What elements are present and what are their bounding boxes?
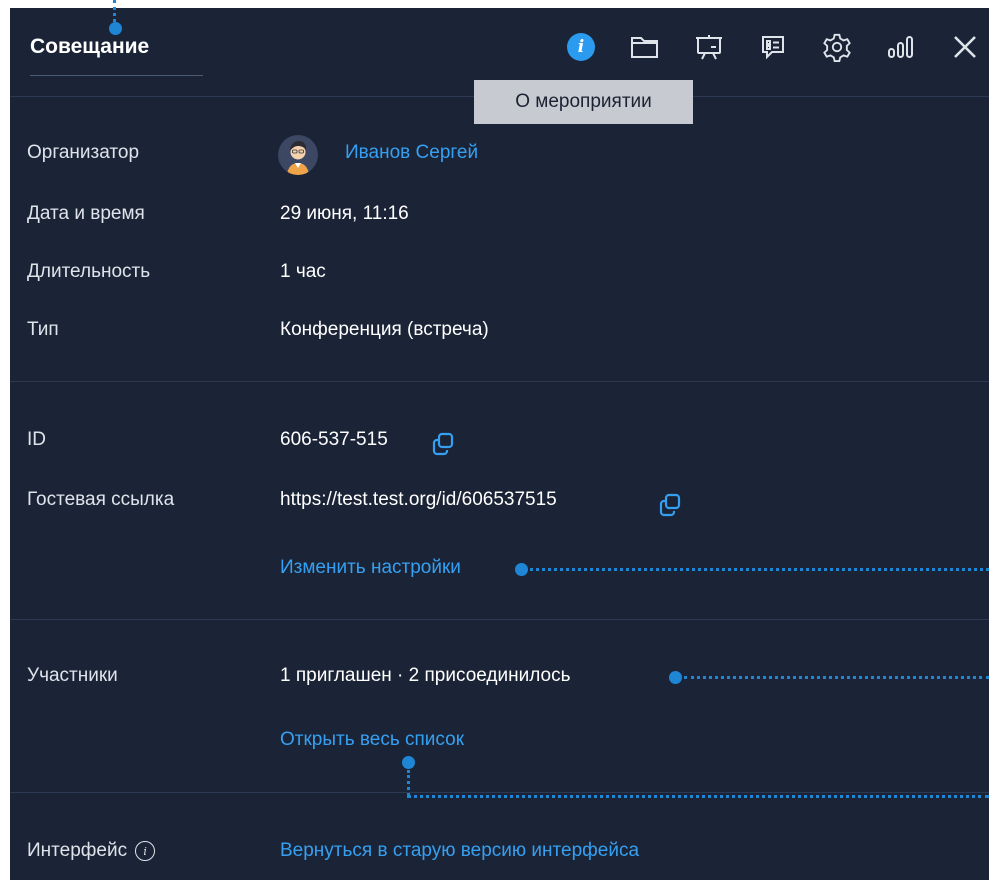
- annotation-marker-title: [109, 22, 122, 35]
- participants-label: Участники: [27, 665, 118, 686]
- info-icon-glyph: i: [567, 33, 595, 61]
- guest-link-value: https://test.test.org/id/606537515: [280, 489, 557, 510]
- return-old-interface-link[interactable]: Вернуться в старую версию интерфейса: [280, 840, 639, 862]
- interface-label-text: Интерфейс: [27, 840, 128, 861]
- event-info-panel: Совещание i О мероприятии Организатор Ив…: [10, 8, 989, 880]
- type-label: Тип: [27, 319, 59, 340]
- annotation-marker-open-list: [402, 756, 415, 769]
- open-full-list-link[interactable]: Открыть весь список: [280, 729, 464, 751]
- section-divider: [10, 619, 989, 620]
- annotation-line-open-list-h: [407, 795, 989, 798]
- stats-icon[interactable]: [886, 30, 916, 64]
- annotation-marker-participants: [669, 671, 682, 684]
- annotation-line-settings: [530, 568, 989, 571]
- guest-link-label: Гостевая ссылка: [27, 489, 175, 510]
- interface-label: Интерфейс i: [27, 840, 156, 862]
- avatar[interactable]: [278, 135, 318, 175]
- copy-guest-link-icon[interactable]: [658, 493, 682, 517]
- duration-label: Длительность: [27, 261, 151, 282]
- section-divider: [10, 381, 989, 382]
- settings-icon[interactable]: [822, 30, 852, 64]
- participants-count: 1 приглашен · 2 присоединилось: [280, 665, 571, 686]
- annotation-line-participants: [684, 676, 989, 679]
- id-label: ID: [27, 429, 46, 450]
- interface-info-icon[interactable]: i: [135, 841, 156, 861]
- info-tooltip: О мероприятии: [474, 80, 693, 124]
- copy-id-icon[interactable]: [431, 432, 455, 456]
- id-value: 606-537-515: [280, 429, 388, 450]
- type-value: Конференция (встреча): [280, 319, 489, 340]
- annotation-line-open-list-v: [407, 770, 410, 796]
- page-title: Совещание: [30, 35, 150, 58]
- datetime-value: 29 июня, 11:16: [280, 203, 409, 224]
- organizer-label: Организатор: [27, 142, 140, 163]
- duration-value: 1 час: [280, 261, 326, 282]
- title-underline: [30, 75, 203, 76]
- annotation-line-title: [113, 0, 116, 22]
- annotation-marker-settings: [515, 563, 528, 576]
- organizer-name-link[interactable]: Иванов Сергей: [345, 142, 478, 164]
- presentation-icon[interactable]: [694, 30, 724, 64]
- close-icon[interactable]: [950, 30, 980, 64]
- folder-icon[interactable]: [630, 30, 660, 64]
- section-divider: [10, 792, 989, 793]
- change-settings-link[interactable]: Изменить настройки: [280, 557, 461, 579]
- info-icon[interactable]: i: [566, 30, 596, 64]
- datetime-label: Дата и время: [27, 203, 145, 224]
- chat-icon[interactable]: [758, 30, 788, 64]
